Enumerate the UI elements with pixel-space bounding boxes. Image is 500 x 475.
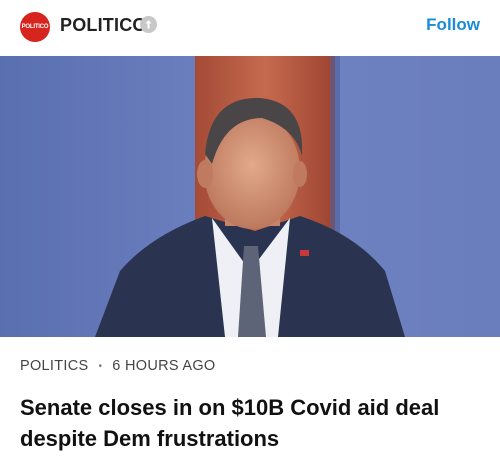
article-header: POLITICO POLITICO Follow: [0, 0, 500, 55]
article-headline[interactable]: Senate closes in on $10B Covid aid deal …: [20, 392, 490, 454]
timestamp: 6 HOURS AGO: [112, 358, 216, 374]
verified-icon: [140, 16, 157, 33]
publisher-name[interactable]: POLITICO: [60, 15, 147, 36]
article-meta: POLITICS • 6 HOURS AGO: [20, 358, 216, 374]
publisher-logo[interactable]: POLITICO: [20, 12, 50, 42]
category-label[interactable]: POLITICS: [20, 358, 88, 374]
article-image[interactable]: [0, 56, 500, 337]
meta-separator: •: [98, 360, 103, 372]
follow-button[interactable]: Follow: [426, 15, 480, 35]
logo-text: POLITICO: [21, 24, 49, 30]
